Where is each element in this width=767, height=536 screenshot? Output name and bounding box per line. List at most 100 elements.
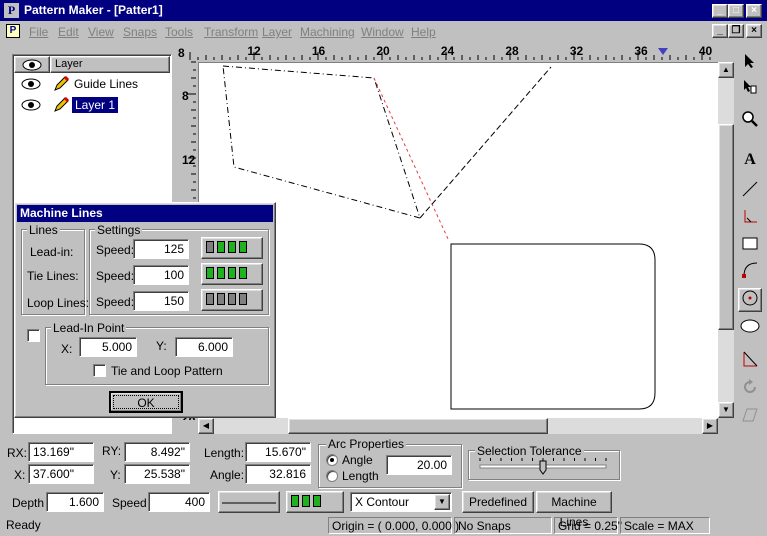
pattern-lamp: [302, 495, 310, 507]
scroll-right-button[interactable]: ▶: [702, 418, 718, 434]
mdi-close-button[interactable]: ×: [746, 24, 762, 38]
menu-transform[interactable]: Transform: [204, 25, 258, 39]
loop-lines-speed-input[interactable]: 150: [133, 291, 189, 311]
corner-icon[interactable]: [738, 208, 762, 232]
title-bar: P Pattern Maker - [Patter1] _ □ ×: [0, 0, 767, 21]
document-icon[interactable]: P: [6, 24, 20, 38]
slider-thumb[interactable]: [539, 460, 547, 475]
pattern-lamp: [217, 267, 225, 279]
layer-visibility-header[interactable]: [14, 56, 50, 73]
layer-row-guide-lines[interactable]: Guide Lines: [14, 74, 170, 95]
machine-lines-button[interactable]: Machine Lines: [536, 491, 612, 529]
line-icon[interactable]: [738, 180, 762, 204]
menu-window[interactable]: Window: [361, 25, 404, 39]
ruler-label: 12: [182, 153, 196, 167]
menu-edit[interactable]: Edit: [58, 25, 79, 39]
tie-line[interactable]: [419, 66, 552, 219]
pencil-icon[interactable]: [52, 96, 70, 114]
depth-input[interactable]: 1.600: [46, 492, 104, 512]
line-style-button[interactable]: [218, 491, 280, 513]
layer-row-layer-1[interactable]: Layer 1: [14, 95, 170, 116]
selection-tolerance-slider[interactable]: [476, 456, 610, 476]
rx-input[interactable]: 13.169": [28, 442, 94, 462]
ruler-label: 28: [505, 44, 519, 58]
lead-in-pattern-button[interactable]: [201, 237, 263, 259]
tie-lines-pattern-button[interactable]: [201, 263, 263, 285]
menu-file[interactable]: File: [29, 25, 48, 39]
scroll-up-button[interactable]: ▲: [718, 62, 734, 78]
lead-in-y-input[interactable]: 6.000: [175, 337, 233, 357]
menu-help[interactable]: Help: [411, 25, 436, 39]
scroll-down-button[interactable]: ▼: [718, 402, 734, 418]
guide-line[interactable]: [373, 77, 450, 242]
mdi-restore-button[interactable]: ❐: [728, 24, 744, 38]
triangle-icon[interactable]: [738, 350, 762, 374]
ruler-label: 40: [699, 44, 713, 58]
lead-in-point-checkbox[interactable]: [27, 329, 40, 342]
parallelogram-icon[interactable]: [738, 406, 762, 430]
text-icon[interactable]: A: [738, 148, 762, 172]
circle-icon[interactable]: [738, 288, 762, 312]
ellipse-icon[interactable]: [738, 316, 762, 340]
menu-machining[interactable]: Machining: [300, 25, 355, 39]
horizontal-scrollbar[interactable]: ◀ ▶: [198, 418, 718, 434]
pattern-lamp: [228, 241, 236, 253]
lead-in-x-input[interactable]: 5.000: [79, 337, 137, 357]
y-label: Y:: [156, 339, 167, 353]
length-input[interactable]: 15.670": [245, 442, 311, 462]
ruler-label: 32: [570, 44, 584, 58]
predefined-button[interactable]: Predefined: [462, 491, 534, 513]
close-button[interactable]: ×: [746, 4, 762, 18]
minimize-button[interactable]: _: [712, 4, 728, 18]
rounded-rectangle-shape[interactable]: [450, 243, 656, 410]
menu-tools[interactable]: Tools: [165, 25, 193, 39]
arc-value-input[interactable]: 20.00: [386, 455, 452, 475]
tie-loop-pattern-label: Tie and Loop Pattern: [111, 364, 223, 378]
loop-lines-label: Loop Lines:: [27, 296, 90, 310]
pattern-lamp: [291, 495, 299, 507]
ruler-label: 16: [312, 44, 326, 58]
maximize-button[interactable]: □: [728, 4, 744, 18]
zoom-icon[interactable]: [738, 110, 762, 134]
node-select-icon[interactable]: [738, 78, 762, 102]
tie-loop-pattern-checkbox[interactable]: [93, 364, 106, 377]
tie-lines-speed-input[interactable]: 100: [133, 265, 189, 285]
lead-in-speed-input[interactable]: 125: [133, 239, 189, 259]
pattern-lamp: [217, 293, 225, 305]
window-title: Pattern Maker - [Patter1]: [24, 3, 163, 17]
layer-column-header[interactable]: Layer: [50, 56, 170, 73]
vertical-scrollbar[interactable]: ▲ ▼: [718, 62, 734, 418]
menu-view[interactable]: View: [88, 25, 114, 39]
ry-input[interactable]: 8.492": [124, 442, 190, 462]
chevron-down-icon[interactable]: ▼: [434, 494, 450, 510]
mdi-minimize-button[interactable]: _: [712, 24, 728, 38]
tool-path-polyline[interactable]: [222, 65, 421, 219]
machine-pattern-button[interactable]: [286, 491, 344, 513]
pencil-icon[interactable]: [52, 75, 70, 93]
app-icon[interactable]: P: [4, 3, 19, 18]
drawing-canvas[interactable]: [198, 62, 718, 418]
pattern-lamp: [239, 293, 247, 305]
menu-snaps[interactable]: Snaps: [123, 25, 157, 39]
menu-layer[interactable]: Layer: [262, 25, 292, 39]
scroll-thumb-horizontal[interactable]: [288, 418, 548, 434]
eye-icon[interactable]: [20, 98, 42, 112]
scroll-thumb[interactable]: [718, 124, 734, 330]
arc-icon[interactable]: [738, 260, 762, 284]
x-input[interactable]: 37.600": [28, 464, 94, 484]
arc-length-radio[interactable]: [326, 470, 338, 482]
arrow-select-icon[interactable]: [738, 52, 762, 76]
eye-icon[interactable]: [20, 77, 42, 91]
rotate-icon[interactable]: [738, 378, 762, 402]
arc-angle-radio[interactable]: [326, 454, 338, 466]
y-input[interactable]: 25.538": [124, 464, 190, 484]
y-label: Y:: [110, 468, 121, 482]
rectangle-icon[interactable]: [738, 234, 762, 258]
angle-input[interactable]: 32.816: [245, 464, 311, 484]
ok-button[interactable]: OK: [109, 391, 183, 413]
ruler-label: 20: [376, 44, 390, 58]
speed-label: Speed:: [96, 243, 135, 257]
loop-lines-pattern-button[interactable]: [201, 289, 263, 311]
scroll-left-button[interactable]: ◀: [198, 418, 214, 434]
speed-input[interactable]: 400: [148, 492, 210, 512]
